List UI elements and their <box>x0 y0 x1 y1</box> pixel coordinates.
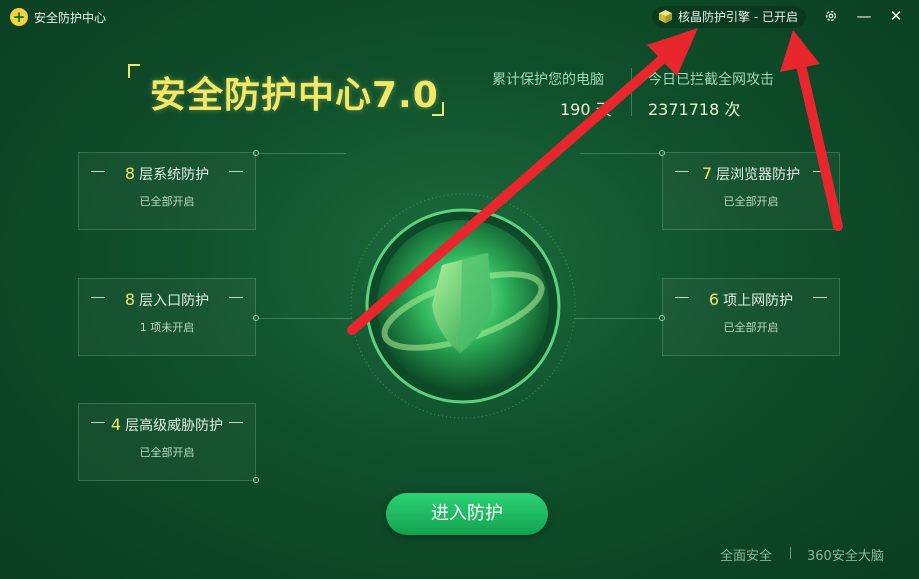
enter-protection-button[interactable]: 进入防护 <box>386 493 548 535</box>
hero-title: 安全防护中心7.0 <box>150 75 439 116</box>
engine-status-badge[interactable]: 核晶防护引擎 - 已开启 <box>652 6 806 28</box>
footer-divider <box>790 547 791 559</box>
card-entry-protection[interactable]: 8 层入口防护 1 项未开启 <box>78 278 256 356</box>
footer-link-security-brain[interactable]: 360安全大脑 <box>807 545 884 564</box>
connector-line <box>580 153 662 154</box>
stats-divider <box>631 68 632 116</box>
protect-days-value: 190 天 <box>560 100 612 119</box>
engine-status-text: 核晶防护引擎 - 已开启 <box>678 10 798 24</box>
shield-orb-icon <box>350 193 576 419</box>
card-status: 已全部开启 <box>139 446 195 459</box>
red-arrow-right-head <box>780 30 820 72</box>
card-count: 4 <box>110 415 122 434</box>
card-status: 已全部开启 <box>723 321 779 334</box>
title-bar: + 安全防护中心 核晶防护引擎 - 已开启 — ✕ <box>0 0 919 34</box>
card-count: 8 <box>124 164 136 183</box>
connector-line <box>256 153 346 154</box>
card-count: 7 <box>701 164 713 183</box>
blocked-attacks-value: 2371718 次 <box>648 100 741 119</box>
card-title: 层入口防护 <box>139 293 210 309</box>
card-status: 已全部开启 <box>139 195 195 208</box>
card-count: 6 <box>708 290 720 309</box>
minimize-icon[interactable]: — <box>853 6 875 26</box>
card-title: 层浏览器防护 <box>716 167 801 183</box>
app-logo-icon: + <box>10 8 28 26</box>
card-system-protection[interactable]: 8 层系统防护 已全部开启 <box>78 152 256 230</box>
card-status: 已全部开启 <box>723 195 779 208</box>
card-browser-protection[interactable]: 7 层浏览器防护 已全部开启 <box>662 152 840 230</box>
protect-days-label: 累计保护您的电脑 <box>492 72 604 88</box>
connector-line <box>575 318 663 319</box>
card-title: 层系统防护 <box>139 167 210 183</box>
cube-icon <box>658 9 673 24</box>
card-title: 层高级威胁防护 <box>125 418 224 434</box>
connector-line <box>256 318 352 319</box>
card-status: 1 项未开启 <box>139 321 195 334</box>
gear-icon[interactable] <box>820 6 842 26</box>
card-title: 项上网防护 <box>723 293 794 309</box>
card-web-protection[interactable]: 6 项上网防护 已全部开启 <box>662 278 840 356</box>
window-title: 安全防护中心 <box>34 11 107 25</box>
close-icon[interactable]: ✕ <box>885 6 907 26</box>
footer-link-full-security[interactable]: 全面安全 <box>720 545 772 564</box>
title-bracket-left <box>128 64 140 78</box>
title-bracket-right <box>432 102 444 116</box>
card-count: 8 <box>124 290 136 309</box>
card-advanced-threat-protection[interactable]: 4 层高级威胁防护 已全部开启 <box>78 403 256 481</box>
blocked-attacks-label: 今日已拦截全网攻击 <box>648 72 774 88</box>
